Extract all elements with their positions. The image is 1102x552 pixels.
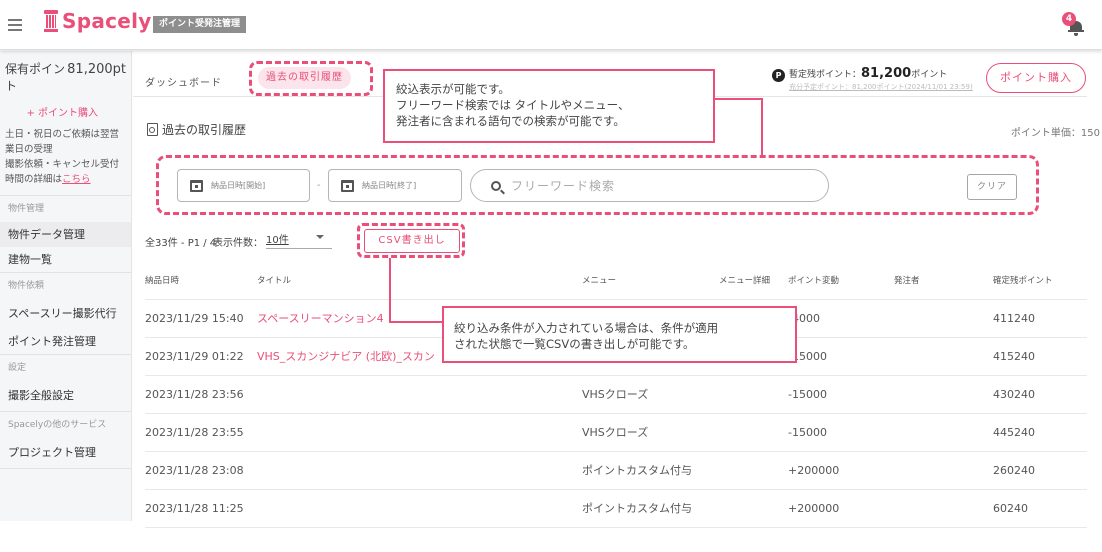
annotation-leader-line (389, 321, 443, 323)
result-count: 全33件 - P1 / 4 (145, 238, 217, 249)
page-title: 過去の取引履歴 (147, 121, 246, 138)
logo-text: Spacely (62, 9, 152, 33)
date-separator: - (317, 180, 321, 191)
sidebar-item-photo-service[interactable]: スペースリー撮影代行 (0, 299, 131, 329)
cell-menu: VHSクローズ (582, 426, 649, 439)
pillar-logo-icon (44, 10, 58, 32)
table-row[interactable]: 2023/11/28 23:08 ポイントカスタム付与 +200000 260240 (145, 452, 1087, 490)
nav-heading: Spacelyの他のサービス (8, 420, 107, 430)
document-search-icon (147, 123, 158, 136)
table-header: 納品日時 タイトル メニュー メニュー詳細 ポイント変動 発注者 確定残ポイント (145, 262, 1087, 300)
sidebar-item-photo-settings[interactable]: 撮影全般設定 (0, 381, 131, 411)
cell-confirmed-balance: 430240 (993, 388, 1035, 401)
column-header[interactable]: 確定残ポイント (993, 262, 1053, 300)
cell-menu: ポイントカスタム付与 (582, 464, 692, 477)
notification-count-badge: 4 (1062, 12, 1076, 26)
details-link[interactable]: こちら (62, 174, 91, 185)
annotation-leader-line (761, 98, 763, 156)
column-header[interactable]: タイトル (257, 262, 291, 300)
calendar-icon (190, 179, 203, 192)
cell-point-change: -15000 (788, 388, 827, 401)
notice-line: 土日・祝日のご依頼は翌営業日の受理 (5, 129, 120, 155)
buy-points-button[interactable]: ポイント購入 (986, 63, 1086, 93)
cell-date: 2023/11/29 15:40 (145, 312, 244, 325)
nav-group-property: 物件管理 物件データ管理 建物一覧 (0, 196, 131, 273)
points-value: 81,200pt (67, 62, 126, 77)
sidebar-item-buildings[interactable]: 建物一覧 (0, 247, 131, 272)
column-header[interactable]: 納品日時 (145, 262, 179, 300)
csv-export-button[interactable]: CSV書き出し (364, 229, 460, 253)
cell-confirmed-balance: 415240 (993, 350, 1035, 363)
sidebar-item-point-orders[interactable]: ポイント発注管理 (0, 329, 131, 354)
column-header[interactable]: ポイント変動 (788, 262, 839, 300)
unit-price: ポイント単価：150 (1010, 128, 1100, 139)
transactions-table: 納品日時 タイトル メニュー メニュー詳細 ポイント変動 発注者 確定残ポイント… (145, 262, 1087, 528)
nav-group-request: 物件依頼 スペースリー撮影代行 ポイント発注管理 (0, 273, 131, 355)
cell-point-change: +200000 (788, 502, 840, 515)
column-header[interactable]: 発注者 (894, 262, 920, 300)
dropdown-arrow-icon (316, 235, 324, 239)
nav-heading: 設定 (8, 363, 27, 373)
table-row[interactable]: 2023/11/28 23:56 VHSクローズ -15000 430240 (145, 376, 1087, 414)
calendar-icon (341, 179, 354, 192)
cell-date: 2023/11/28 23:55 (145, 426, 244, 439)
logo[interactable]: Spacely (44, 9, 152, 33)
annotation-leader-line (389, 258, 391, 322)
tab-dashboard[interactable]: ダッシュボード (145, 74, 222, 89)
sidebar: 保有ポイント 81,200pt + ポイント購入 土日・祝日のご依頼は翌営業日の… (0, 51, 132, 521)
app-badge: ポイント受発注管理 (153, 16, 247, 33)
sidebar-item-project-management[interactable]: プロジェクト管理 (0, 438, 131, 468)
clear-button[interactable]: クリア (967, 174, 1017, 200)
annotation-csv-note: 絞り込み条件が入力されている場合は、条件が適用 された状態で一覧CSVの書き出し… (442, 306, 797, 363)
nav-heading: 物件管理 (8, 204, 45, 214)
tab-transaction-history[interactable]: 過去の取引履歴 (258, 67, 351, 89)
hamburger-menu-icon[interactable] (8, 19, 22, 31)
buy-points-link[interactable]: + ポイント購入 (5, 104, 126, 119)
cell-confirmed-balance: 60240 (993, 502, 1028, 515)
expected-points-link[interactable]: 充分予定ポイント：81,200ポイント(2024/11/01 23:59) (789, 82, 973, 92)
per-page-select[interactable]: 10件 (266, 231, 332, 249)
annotation-leader-line (715, 98, 763, 100)
cell-date: 2023/11/28 23:56 (145, 388, 244, 401)
nav-group-other-services: Spacelyの他のサービス プロジェクト管理 (0, 412, 131, 469)
cell-menu: ポイントカスタム付与 (582, 502, 692, 515)
table-row[interactable]: 2023/11/28 11:25 ポイントカスタム付与 +200000 60240 (145, 490, 1087, 528)
cell-title[interactable]: VHS_スカンジナビア (北欧)_スカン (257, 338, 435, 376)
column-header[interactable]: メニュー (582, 262, 616, 300)
nav-heading: 物件依頼 (8, 281, 45, 291)
column-header[interactable]: メニュー詳細 (719, 262, 770, 300)
cell-point-change: +200000 (788, 464, 840, 477)
provisional-balance: 暫定残ポイント：81,200ポイント (789, 66, 948, 81)
notification-bell-icon[interactable]: 4 (1062, 12, 1086, 36)
free-word-search-input[interactable]: フリーワード検索 (470, 169, 829, 202)
top-bar: Spacely ポイント受発注管理 4 (0, 0, 1102, 50)
per-page-label: 表示件数： (213, 238, 263, 249)
cell-date: 2023/11/28 23:08 (145, 464, 244, 477)
nav-group-settings: 設定 撮影全般設定 (0, 355, 131, 412)
cell-confirmed-balance: 260240 (993, 464, 1035, 477)
table-row[interactable]: 2023/11/28 23:55 VHSクローズ -15000 445240 (145, 414, 1087, 452)
date-end-input[interactable]: 納品日時[終了] (328, 169, 462, 202)
cell-title[interactable]: スペースリーマンション4 (257, 300, 384, 338)
cell-point-change: -15000 (788, 426, 827, 439)
cell-date: 2023/11/29 01:22 (145, 350, 244, 363)
sidebar-item-property-data[interactable]: 物件データ管理 (0, 222, 131, 247)
points-label: 保有ポイント (5, 62, 66, 93)
points-p-icon: P (772, 69, 785, 82)
annotation-filter-note: 絞込表示が可能です。 フリーワード検索では タイトルやメニュー、 発注者に含まれ… (383, 69, 715, 143)
search-icon (491, 180, 501, 191)
cell-confirmed-balance: 445240 (993, 426, 1035, 439)
notice-text: 土日・祝日のご依頼は翌営業日の受理 撮影依頼・キャンセル受付時間の詳細はこちら (5, 127, 126, 187)
date-start-input[interactable]: 納品日時[開始] (177, 169, 310, 202)
cell-date: 2023/11/28 11:25 (145, 502, 244, 515)
cell-confirmed-balance: 411240 (993, 312, 1035, 325)
points-box: 保有ポイント 81,200pt + ポイント購入 土日・祝日のご依頼は翌営業日の… (0, 51, 131, 196)
cell-menu: VHSクローズ (582, 388, 649, 401)
